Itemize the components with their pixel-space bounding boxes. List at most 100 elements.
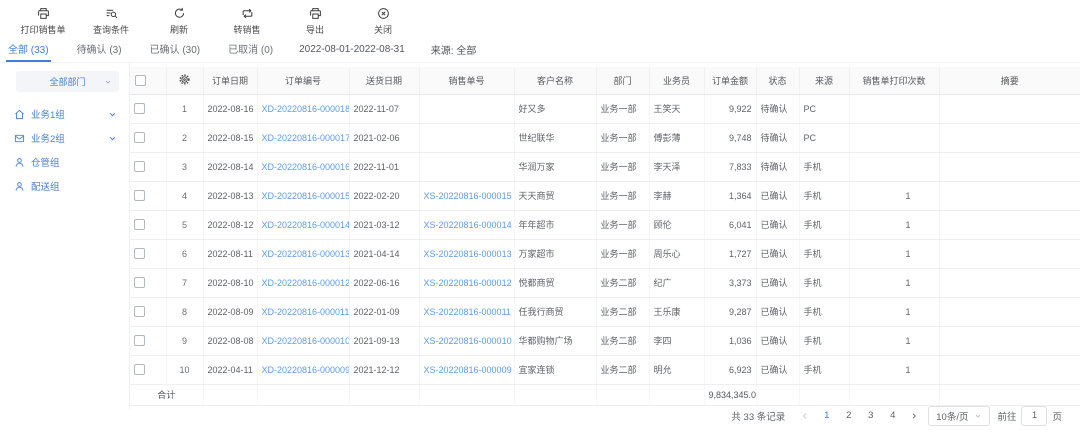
export-button[interactable]: 导出 bbox=[292, 7, 338, 36]
sales-no-link[interactable]: XS-20220816-000013 bbox=[424, 249, 512, 259]
sales-no-link[interactable]: XS-20220816-000015 bbox=[424, 191, 512, 201]
select-all-checkbox[interactable] bbox=[135, 75, 146, 86]
sales-no-link[interactable]: XS-20220816-000012 bbox=[424, 278, 512, 288]
row-checkbox[interactable] bbox=[134, 335, 145, 346]
salesperson-cell: 明允 bbox=[649, 355, 704, 384]
salesperson-cell: 周乐心 bbox=[649, 239, 704, 268]
order-no-link[interactable]: XD-20220816-000017 bbox=[262, 133, 350, 143]
col-header-delivery-date[interactable]: 送货日期 bbox=[349, 67, 419, 94]
row-index-cell: 3 bbox=[166, 152, 203, 181]
tab-label: 已取消 (0) bbox=[228, 41, 273, 56]
status-tabs: 全部 (33) 待确认 (3) 已确认 (30) 已取消 (0) 2022-08… bbox=[0, 37, 1080, 63]
page-button-3[interactable]: 3 bbox=[863, 408, 878, 424]
source-cell: 手机 bbox=[799, 152, 849, 181]
order-no-link[interactable]: XD-20220816-000014 bbox=[262, 220, 350, 230]
page-button-4[interactable]: 4 bbox=[885, 408, 900, 424]
order-date-cell: 2022-08-11 bbox=[203, 239, 257, 268]
row-checkbox[interactable] bbox=[134, 161, 145, 172]
status-cell: 已确认 bbox=[756, 355, 799, 384]
order-no-link[interactable]: XD-20220816-000011 bbox=[262, 307, 350, 317]
order-no-link[interactable]: XD-20220816-000012 bbox=[262, 278, 350, 288]
col-header-status[interactable]: 状态 bbox=[756, 67, 799, 94]
order-date-cell: 2022-08-13 bbox=[203, 181, 257, 210]
source-filter[interactable]: 来源: 全部 bbox=[431, 37, 477, 62]
summary-cell bbox=[939, 239, 1080, 268]
row-checkbox[interactable] bbox=[134, 103, 145, 114]
sales-no-link[interactable]: XS-20220816-000009 bbox=[424, 365, 512, 375]
sidebar-item-warehouse-group[interactable]: 仓管组 bbox=[0, 150, 129, 174]
department-sidebar: 全部部门 业务1组 业务2组 bbox=[0, 63, 130, 409]
col-header-order-date[interactable]: 订单日期 bbox=[203, 67, 257, 94]
page-size-select[interactable]: 10条/页 bbox=[928, 406, 990, 426]
order-amount-cell: 1,364 bbox=[704, 181, 756, 210]
table-row: 5 2022-08-12 XD-20220816-000014 2021-03-… bbox=[130, 210, 1080, 239]
chevron-down-icon bbox=[974, 412, 982, 420]
tool-label: 查询条件 bbox=[93, 23, 129, 36]
order-no-link[interactable]: XD-20220816-000015 bbox=[262, 191, 350, 201]
row-checkbox[interactable] bbox=[134, 219, 145, 230]
prev-page-button[interactable] bbox=[798, 408, 812, 424]
row-checkbox[interactable] bbox=[134, 306, 145, 317]
col-header-dept[interactable]: 部门 bbox=[596, 67, 649, 94]
tab-cancelled[interactable]: 已取消 (0) bbox=[226, 37, 275, 62]
col-header-summary[interactable]: 摘要 bbox=[939, 67, 1080, 94]
col-header-sales-no[interactable]: 销售单号 bbox=[419, 67, 514, 94]
sales-no-link[interactable]: XS-20220816-000010 bbox=[424, 336, 512, 346]
row-checkbox[interactable] bbox=[134, 132, 145, 143]
source-cell: 手机 bbox=[799, 268, 849, 297]
col-header-source[interactable]: 来源 bbox=[799, 67, 849, 94]
next-page-button[interactable] bbox=[907, 408, 921, 424]
order-no-link[interactable]: XD-20220816-000013 bbox=[262, 249, 350, 259]
table-row: 1 2022-08-16 XD-20220816-000018 2022-11-… bbox=[130, 94, 1080, 123]
row-checkbox[interactable] bbox=[134, 190, 145, 201]
close-button[interactable]: 关闭 bbox=[360, 7, 406, 36]
page-button-1[interactable]: 1 bbox=[819, 408, 834, 424]
transfer-to-sales-button[interactable]: 转销售 bbox=[224, 7, 270, 36]
order-no-link[interactable]: XD-20220816-000018 bbox=[262, 104, 350, 114]
summary-cell bbox=[939, 94, 1080, 123]
order-no-link[interactable]: XD-20220816-000016 bbox=[262, 162, 350, 172]
source-cell: 手机 bbox=[799, 239, 849, 268]
sales-no-link[interactable]: XS-20220816-000014 bbox=[424, 220, 512, 230]
date-range-filter[interactable]: 2022-08-01-2022-08-31 bbox=[299, 37, 405, 62]
customer-name-cell: 好又多 bbox=[514, 94, 596, 123]
salesperson-cell: 李赫 bbox=[649, 181, 704, 210]
row-index-cell: 2 bbox=[166, 123, 203, 152]
goto-page-input[interactable] bbox=[1021, 406, 1047, 426]
col-header-amount[interactable]: 订单金额 bbox=[704, 67, 756, 94]
row-checkbox[interactable] bbox=[134, 277, 145, 288]
col-header-order-no[interactable]: 订单编号 bbox=[257, 67, 349, 94]
refresh-button[interactable]: 刷新 bbox=[156, 7, 202, 36]
print-count-cell: 1 bbox=[849, 297, 939, 326]
source-cell: PC bbox=[799, 123, 849, 152]
col-header-print-count[interactable]: 销售单打印次数 bbox=[849, 67, 939, 94]
delivery-date-cell: 2021-03-12 bbox=[349, 210, 419, 239]
column-settings-gear-icon[interactable] bbox=[178, 73, 191, 86]
page-button-2[interactable]: 2 bbox=[841, 408, 856, 424]
sidebar-item-business-group-1[interactable]: 业务1组 bbox=[0, 102, 129, 126]
col-header-customer[interactable]: 客户名称 bbox=[514, 67, 596, 94]
salesperson-cell: 傅彭薄 bbox=[649, 123, 704, 152]
table-body: 1 2022-08-16 XD-20220816-000018 2022-11-… bbox=[130, 94, 1080, 384]
query-conditions-button[interactable]: 查询条件 bbox=[88, 7, 134, 36]
print-sales-order-button[interactable]: 打印销售单 bbox=[20, 7, 66, 36]
department-selector[interactable]: 全部部门 bbox=[16, 71, 119, 92]
tab-all[interactable]: 全部 (33) bbox=[6, 37, 51, 62]
tab-confirmed[interactable]: 已确认 (30) bbox=[148, 37, 203, 62]
sales-no-link[interactable]: XS-20220816-000011 bbox=[424, 307, 511, 317]
tool-label: 导出 bbox=[306, 23, 324, 36]
summary-cell bbox=[939, 181, 1080, 210]
row-checkbox[interactable] bbox=[134, 364, 145, 375]
delivery-date-cell: 2022-06-16 bbox=[349, 268, 419, 297]
sidebar-item-delivery-group[interactable]: 配送组 bbox=[0, 174, 129, 198]
order-no-link[interactable]: XD-20220816-000010 bbox=[262, 336, 350, 346]
tab-pending-confirm[interactable]: 待确认 (3) bbox=[75, 37, 124, 62]
customer-name-cell: 天天商贸 bbox=[514, 181, 596, 210]
order-no-link[interactable]: XD-20220816-000009 bbox=[262, 365, 350, 375]
row-checkbox[interactable] bbox=[134, 248, 145, 259]
department-cell: 业务二部 bbox=[596, 297, 649, 326]
status-cell: 已确认 bbox=[756, 181, 799, 210]
sidebar-item-business-group-2[interactable]: 业务2组 bbox=[0, 126, 129, 150]
source-cell: 手机 bbox=[799, 181, 849, 210]
col-header-salesperson[interactable]: 业务员 bbox=[649, 67, 704, 94]
